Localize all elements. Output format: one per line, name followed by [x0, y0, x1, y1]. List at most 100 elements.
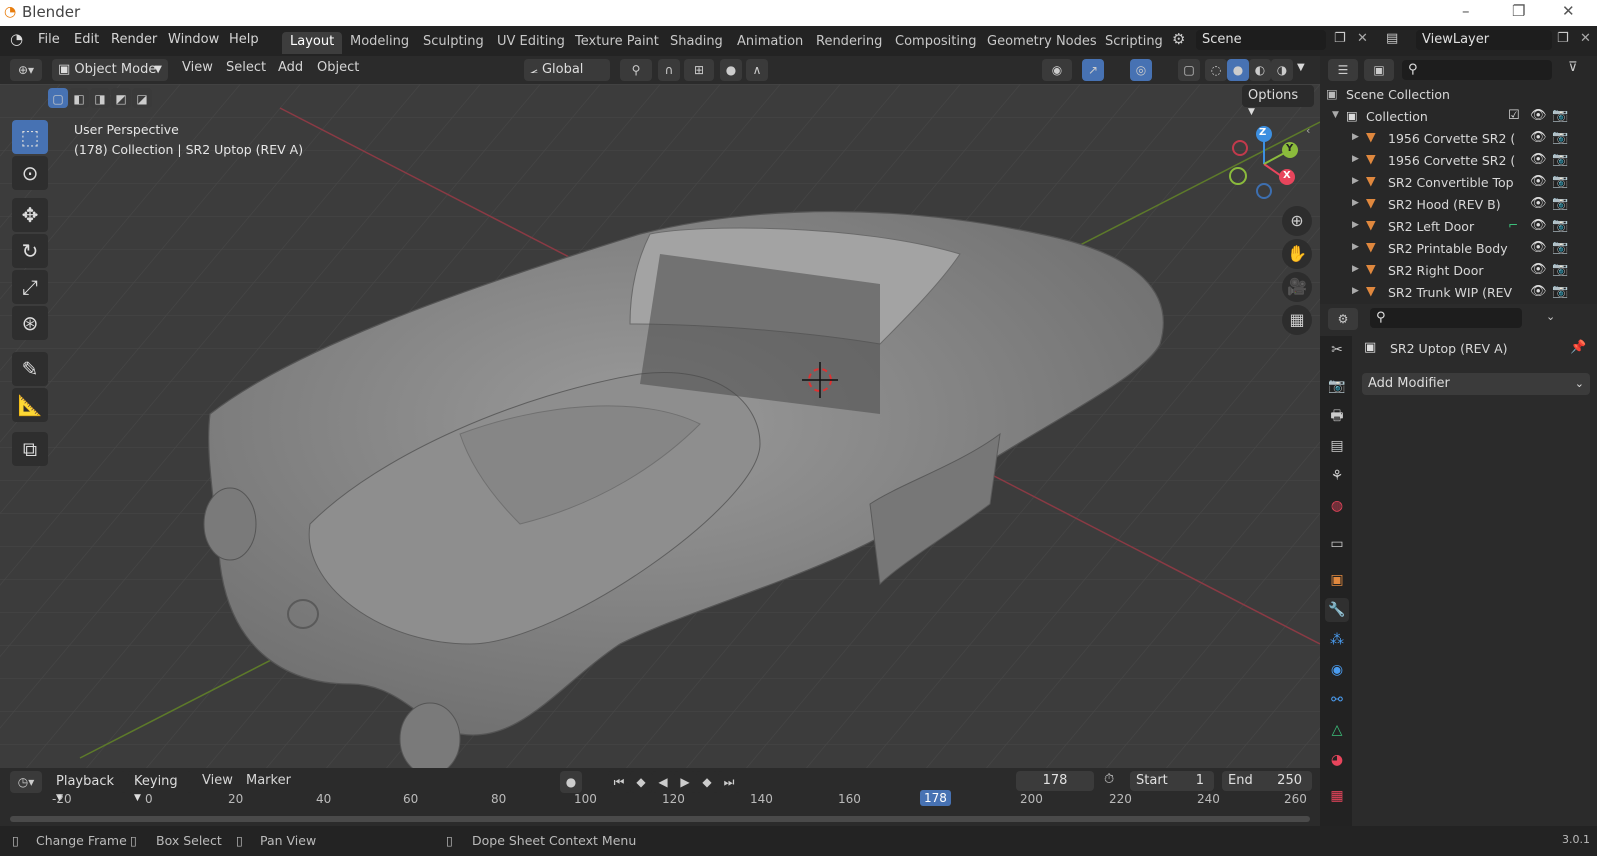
eye-icon[interactable]: 👁 [1530, 174, 1547, 189]
outliner-row-scene-collection[interactable]: ▣ Scene Collection [1320, 84, 1597, 106]
annotate-tool-icon[interactable]: ✎ [12, 352, 48, 386]
data-tab-icon[interactable]: △ [1325, 718, 1349, 742]
copy-scene-icon[interactable]: ❐ [1334, 31, 1346, 46]
view-layer-tab-icon[interactable]: ▤ [1325, 434, 1349, 458]
expand-right-icon[interactable]: ▶ [1352, 198, 1359, 208]
render-camera-icon[interactable]: 📷 [1552, 174, 1568, 189]
select-box-tool-icon[interactable]: ⬚ [12, 120, 48, 154]
properties-search-input[interactable]: ⚲ [1370, 308, 1522, 328]
measure-tool-icon[interactable]: 📐 [12, 388, 48, 422]
tab-modeling[interactable]: Modeling [342, 32, 417, 54]
overlay-icon[interactable]: ◎ [1130, 59, 1152, 81]
expand-right-icon[interactable]: ▶ [1352, 132, 1359, 142]
expand-right-icon[interactable]: ▶ [1352, 176, 1359, 186]
select-new-icon[interactable]: ▢ [48, 88, 68, 108]
particles-tab-icon[interactable]: ⁂ [1325, 628, 1349, 652]
viewport-menu-select[interactable]: Select [226, 60, 266, 75]
menu-help[interactable]: Help [229, 32, 259, 47]
gizmo-z-label[interactable]: Z [1259, 127, 1266, 138]
eye-icon[interactable]: 👁 [1530, 130, 1547, 145]
expand-right-icon[interactable]: ▶ [1352, 242, 1359, 252]
outliner-editor-type-icon[interactable]: ☰ [1328, 59, 1358, 81]
sidebar-toggle-icon[interactable]: ‹ [1306, 124, 1310, 137]
outliner-row-collection[interactable]: ▼ ▣ Collection ☑ 👁 📷 [1320, 106, 1597, 128]
render-camera-icon[interactable]: 📷 [1552, 262, 1568, 277]
snap-icon[interactable]: ∩ [658, 59, 680, 81]
orthographic-grid-icon[interactable]: ▦ [1282, 305, 1312, 335]
move-tool-icon[interactable]: ✥ [12, 198, 48, 232]
view-layer-field[interactable]: ViewLayer [1416, 30, 1552, 50]
eye-icon[interactable]: 👁 [1530, 196, 1547, 211]
outliner-row-object[interactable]: ▶ ▼ SR2 Hood (REV B) 👁 📷 [1320, 194, 1597, 216]
expand-right-icon[interactable]: ▶ [1352, 154, 1359, 164]
menu-edit[interactable]: Edit [74, 32, 99, 47]
constraints-tab-icon[interactable]: ⚯ [1325, 688, 1349, 712]
eye-icon[interactable]: 👁 [1530, 240, 1547, 255]
transform-orientation-dropdown[interactable]: ⦟ Global [524, 59, 610, 81]
tab-scripting[interactable]: Scripting [1097, 32, 1171, 54]
zoom-icon[interactable]: ⊕ [1282, 206, 1312, 236]
snap-target-icon[interactable]: ⊞ [684, 59, 714, 81]
remove-scene-icon[interactable]: ✕ [1357, 31, 1368, 46]
tab-animation[interactable]: Animation [729, 32, 811, 54]
proportional-edit-icon[interactable]: ● [720, 59, 742, 81]
outliner-row-object[interactable]: ▶ ▼ SR2 Trunk WIP (REV 👁 📷 [1320, 282, 1597, 304]
scale-tool-icon[interactable]: ⤢ [12, 270, 48, 304]
falloff-icon[interactable]: ∧ [746, 59, 768, 81]
gizmo-y-label[interactable]: Y [1286, 143, 1293, 154]
scene-tab-icon[interactable]: ⚘ [1325, 464, 1349, 488]
solid-shading-icon[interactable]: ● [1227, 59, 1249, 81]
cursor-tool-icon[interactable]: ⊙ [12, 156, 48, 190]
eye-icon[interactable]: 👁 [1530, 152, 1547, 167]
pan-hand-icon[interactable]: ✋ [1282, 239, 1312, 269]
tab-rendering[interactable]: Rendering [808, 32, 890, 54]
outliner-row-object[interactable]: ▶ ▼ SR2 Printable Body 👁 📷 [1320, 238, 1597, 260]
blender-menu-icon[interactable]: ◔ [10, 30, 23, 48]
playhead[interactable]: 178 [920, 790, 951, 806]
copy-view-layer-icon[interactable]: ❐ [1557, 31, 1569, 46]
scene-icon[interactable]: ⚙ [1172, 30, 1185, 48]
properties-editor-type-icon[interactable]: ⚙ [1328, 308, 1358, 330]
shading-options-chevron-icon[interactable]: ▼ [1297, 62, 1305, 73]
render-camera-icon[interactable]: 📷 [1552, 240, 1568, 255]
transform-tool-icon[interactable]: ⊛ [12, 306, 48, 340]
gizmo-x-label[interactable]: X [1283, 170, 1291, 181]
view-layer-icon[interactable]: ▤ [1386, 31, 1398, 46]
close-button[interactable]: ✕ [1562, 2, 1575, 20]
select-extend-icon[interactable]: ◧ [69, 88, 89, 108]
viewport-menu-view[interactable]: View [182, 60, 213, 75]
outliner-row-object[interactable]: ▶ ▼ 1956 Corvette SR2 ( 👁 📷 [1320, 150, 1597, 172]
timeline-menu-view[interactable]: View [202, 773, 233, 788]
modifier-tab-icon[interactable]: 🔧 [1325, 598, 1349, 622]
pin-icon[interactable]: 📌 [1570, 340, 1586, 355]
object-mode-dropdown[interactable]: ▣ Object Mode ▼ [52, 59, 168, 81]
eye-icon[interactable]: 👁 [1530, 284, 1547, 299]
tab-compositing[interactable]: Compositing [887, 32, 985, 54]
options-dropdown[interactable]: Options ▼ [1242, 85, 1314, 117]
tool-tab-icon[interactable]: ✂ [1325, 338, 1349, 362]
timeline-menu-marker[interactable]: Marker [246, 773, 291, 788]
expand-right-icon[interactable]: ▶ [1352, 264, 1359, 274]
current-frame-field[interactable]: 178 [1016, 771, 1094, 791]
outliner-search-input[interactable]: ⚲ [1402, 60, 1552, 80]
tab-geometry-nodes[interactable]: Geometry Nodes [979, 32, 1105, 54]
material-tab-icon[interactable]: ◕ [1325, 748, 1349, 772]
texture-tab-icon[interactable]: ▦ [1325, 784, 1349, 808]
timeline-scrollbar[interactable] [10, 816, 1310, 822]
object-tab-icon[interactable]: ▣ [1325, 568, 1349, 592]
rotate-tool-icon[interactable]: ↻ [12, 234, 48, 268]
include-checkbox[interactable]: ☑ [1508, 108, 1520, 123]
material-shading-icon[interactable]: ◐ [1249, 59, 1271, 81]
world-tab-icon[interactable]: ◍ [1325, 494, 1349, 518]
outliner-display-mode-icon[interactable]: ▣ [1364, 59, 1394, 81]
visibility-icon[interactable]: ◉ [1042, 59, 1072, 81]
xray-icon[interactable]: ▢ [1178, 59, 1200, 81]
render-camera-icon[interactable]: 📷 [1552, 196, 1568, 211]
add-cube-tool-icon[interactable]: ⧉ [12, 432, 48, 466]
outliner-row-object[interactable]: ▶ ▼ SR2 Convertible Top 👁 📷 [1320, 172, 1597, 194]
editor-type-icon[interactable]: ⊕▾ [10, 59, 42, 81]
physics-tab-icon[interactable]: ◉ [1325, 658, 1349, 682]
end-frame-field[interactable]: End 250 [1222, 771, 1312, 791]
render-camera-icon[interactable]: 📷 [1552, 130, 1568, 145]
add-modifier-dropdown[interactable]: Add Modifier ⌄ [1362, 373, 1590, 395]
